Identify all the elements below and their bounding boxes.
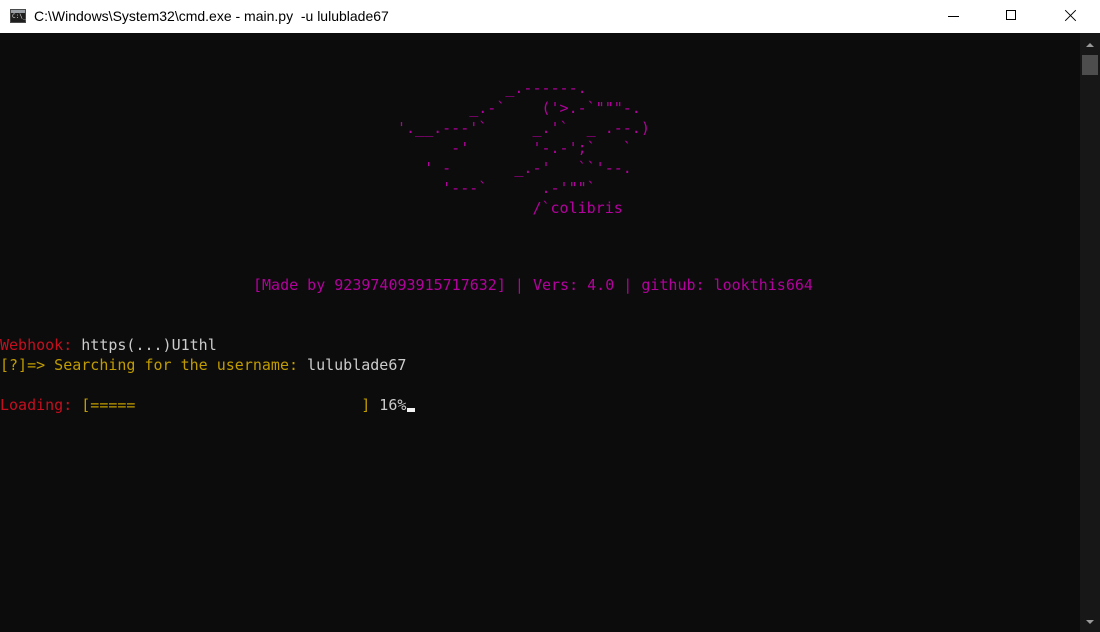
scroll-up-arrow-icon[interactable]	[1080, 37, 1100, 54]
loading-label: Loading:	[0, 396, 82, 414]
webhook-label: Webhook:	[0, 336, 82, 354]
command-prompt-icon[interactable]: C:\_	[10, 9, 26, 23]
webhook-value: https(...)U1thl	[81, 336, 217, 354]
text-cursor	[407, 408, 416, 412]
search-prompt: [?]=> Searching for the username:	[0, 356, 308, 374]
console-output[interactable]: _.------. _.-` ('>.-`"""-. '.__.---'` _.…	[0, 33, 1080, 632]
scroll-down-arrow-icon[interactable]	[1080, 613, 1100, 630]
window-title: C:\Windows\System32\cmd.exe - main.py -u…	[34, 8, 389, 24]
loading-progress-bar: [===== ]	[81, 396, 371, 414]
search-line: [?]=> Searching for the username: lulubl…	[0, 355, 406, 375]
colibris-ascii-art: _.------. _.-` ('>.-`"""-. '.__.---'` _.…	[397, 79, 650, 217]
title-bar: C:\_ C:\Windows\System32\cmd.exe - main.…	[0, 0, 1100, 33]
maximize-button[interactable]	[988, 0, 1034, 32]
credits-line: [Made by 923974093915717632] | Vers: 4.0…	[253, 276, 813, 294]
minimize-button[interactable]	[931, 0, 977, 32]
webhook-line: Webhook: https(...)U1thl	[0, 335, 217, 355]
close-button[interactable]	[1047, 0, 1093, 32]
loading-percent: 16%	[370, 396, 407, 414]
scrollbar-thumb[interactable]	[1082, 55, 1098, 75]
vertical-scrollbar[interactable]	[1080, 33, 1100, 632]
search-username: lulublade67	[307, 356, 407, 374]
loading-line: Loading: [===== ] 16%	[0, 395, 416, 415]
